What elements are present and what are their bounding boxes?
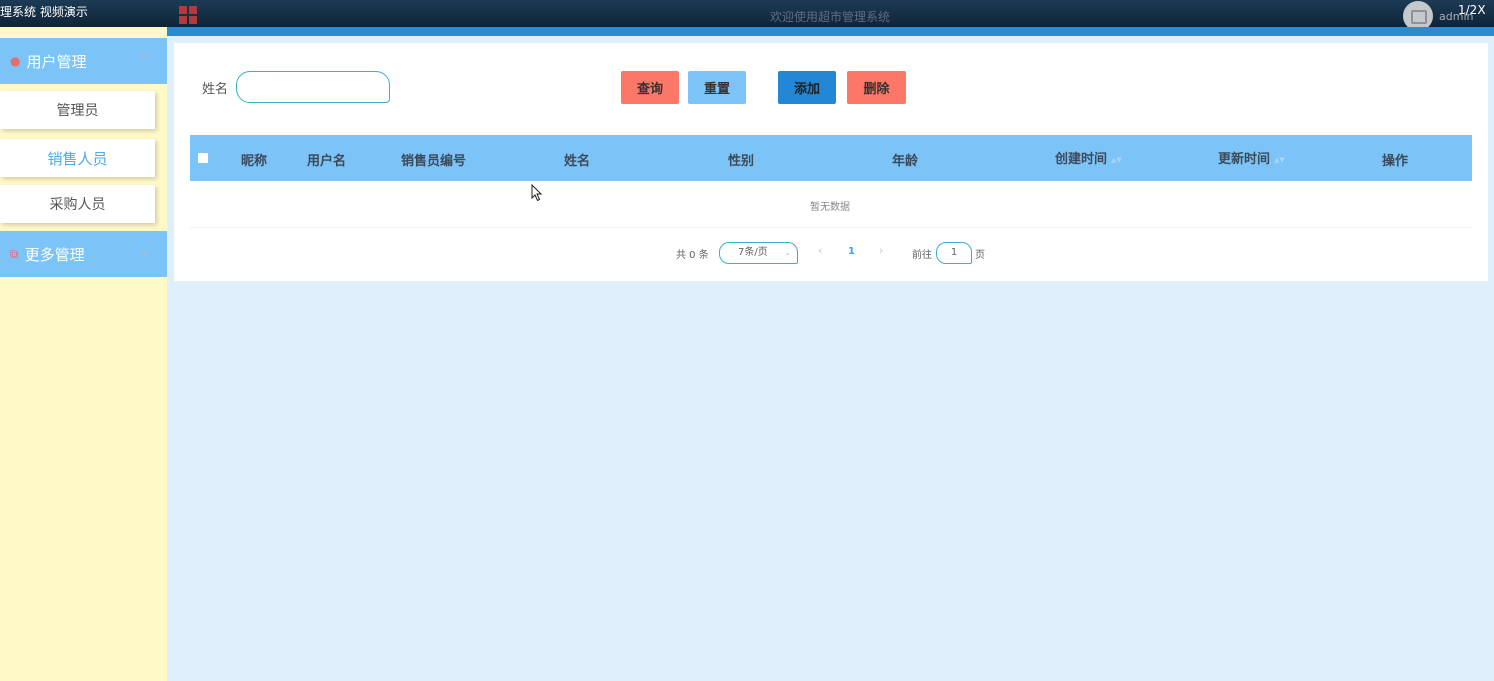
prev-page-icon[interactable]: ‹ (818, 244, 822, 257)
chevron-up-icon: ⌃ (139, 53, 149, 66)
column-header-sales-id: 销售员编号 (401, 154, 467, 169)
header-strip (167, 27, 1494, 36)
column-header-actions: 操作 (1382, 154, 1409, 169)
column-header-nickname: 昵称 (241, 154, 268, 169)
column-header-label: 创建时间 (1055, 152, 1108, 167)
page-indicator: 1/2X (1458, 3, 1486, 17)
sidebar: ● 用户管理 ⌃ 管理员 销售人员 采购人员 ⧉ 更多管理 ⌄ (0, 27, 167, 681)
pagination-total: 共 0 条 (676, 250, 709, 261)
top-header: 理系统 视频演示 欢迎使用超市管理系统 admin 1/2X (0, 0, 1494, 31)
sidebar-group-label: 更多管理 (24, 245, 85, 264)
video-caption: 理系统 视频演示 (0, 5, 88, 19)
chevron-down-icon: ⌄ (139, 246, 149, 259)
app-grid-icon[interactable] (179, 6, 197, 24)
page-size-select[interactable]: 7条/页 ⌄ (719, 242, 798, 264)
sidebar-group-more-management[interactable]: ⧉ 更多管理 ⌄ (0, 231, 167, 277)
sidebar-item-sales-staff[interactable]: 销售人员 (0, 139, 155, 177)
sort-icon[interactable]: ▲▼ (1111, 156, 1122, 164)
table-divider (190, 227, 1472, 228)
sort-icon[interactable]: ▲▼ (1274, 156, 1285, 164)
sidebar-item-label: 采购人员 (49, 197, 106, 213)
sidebar-item-label: 销售人员 (47, 149, 108, 168)
welcome-title: 欢迎使用超市管理系统 (769, 10, 890, 24)
table-header: 昵称 用户名 销售员编号 姓名 性别 年龄 创建时间 ▲▼ 更新时间 ▲▼ 操作 (190, 135, 1472, 181)
reset-button[interactable]: 重置 (688, 71, 746, 104)
mouse-cursor-icon (531, 184, 543, 202)
copy-icon: ⧉ (10, 246, 19, 261)
column-header-name: 姓名 (564, 154, 591, 169)
name-search-input[interactable] (236, 71, 390, 103)
column-header-username: 用户名 (307, 154, 347, 169)
next-page-icon[interactable]: › (879, 244, 883, 257)
table-empty-text: 暂无数据 (810, 202, 850, 213)
column-header-gender: 性别 (728, 154, 755, 169)
column-header-updated-time[interactable]: 更新时间 ▲▼ (1218, 148, 1285, 167)
delete-button[interactable]: 删除 (847, 71, 906, 104)
sidebar-item-purchasing-staff[interactable]: 采购人员 (0, 185, 155, 223)
add-button[interactable]: 添加 (778, 71, 836, 104)
query-button[interactable]: 查询 (621, 71, 679, 104)
chevron-down-icon: ⌄ (784, 248, 791, 257)
sidebar-group-user-management[interactable]: ● 用户管理 ⌃ (0, 38, 167, 84)
page-size-value: 7条/页 (738, 247, 768, 258)
select-all-checkbox[interactable] (198, 153, 208, 163)
column-header-created-time[interactable]: 创建时间 ▲▼ (1055, 148, 1122, 167)
user-icon: ● (10, 54, 21, 68)
column-header-age: 年龄 (892, 154, 919, 169)
page-unit-label: 页 (975, 250, 985, 261)
sidebar-item-admin[interactable]: 管理员 (0, 91, 155, 129)
name-search-label: 姓名 (202, 82, 229, 97)
goto-page-input[interactable]: 1 (936, 242, 972, 264)
sidebar-item-label: 管理员 (56, 103, 99, 119)
column-header-label: 更新时间 (1218, 152, 1271, 167)
goto-label: 前往 (912, 250, 932, 261)
page-number-current[interactable]: 1 (848, 246, 855, 257)
sidebar-group-label: 用户管理 (26, 52, 87, 71)
